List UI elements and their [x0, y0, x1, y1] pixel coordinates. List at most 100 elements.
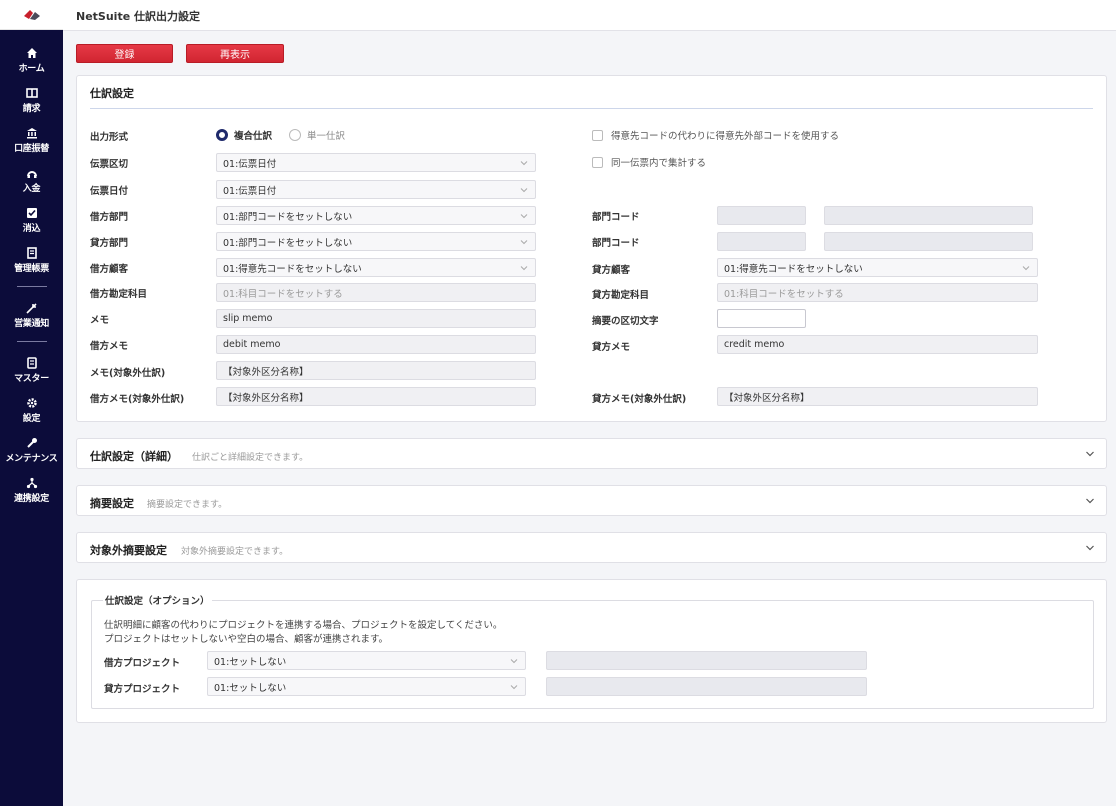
credit-memo-field[interactable]: credit memo — [717, 335, 1038, 354]
debit-dept-code-field[interactable] — [717, 206, 806, 225]
chevron-down-icon — [520, 240, 528, 245]
credit-dept-label: 貸方部門 — [90, 238, 129, 249]
options-note: 仕訳明細に顧客の代わりにプロジェクトを連携する場合、プロジェクトを設定してくださ… — [104, 620, 503, 631]
select-value: 01:伝票日付 — [223, 158, 277, 170]
chevron-down-icon — [520, 188, 528, 193]
sidebar-item-label: 請求 — [22, 104, 41, 114]
sidebar-item-transfer[interactable]: 口座振替 — [0, 120, 63, 160]
sidebar-item-maintenance[interactable]: メンテナンス — [0, 430, 63, 470]
debit-dept-label: 借方部門 — [90, 212, 129, 223]
book-icon — [25, 86, 39, 100]
report-icon — [25, 246, 39, 260]
accordion-title: 対象外摘要設定 — [90, 544, 167, 557]
sidebar-item-deposit[interactable]: 入金 — [0, 160, 63, 200]
accordion-title: 仕訳設定（詳細） — [90, 450, 178, 463]
select-value: 01:伝票日付 — [223, 185, 277, 197]
chevron-down-icon[interactable] — [1085, 496, 1095, 506]
wrench-icon — [25, 436, 39, 450]
memo-field[interactable]: slip memo — [216, 309, 536, 328]
radio-compound-journal[interactable]: 複合仕訳 — [216, 128, 272, 142]
slip-split-label: 伝票区切 — [90, 159, 129, 170]
credit-project-field[interactable] — [546, 677, 867, 696]
chevron-down-icon[interactable] — [1085, 543, 1095, 553]
summary-separator-input[interactable] — [717, 309, 806, 328]
credit-dept-select[interactable]: 01:部門コードをセットしない — [216, 232, 536, 251]
home-icon — [25, 46, 39, 60]
accordion-subtitle: 対象外摘要設定できます。 — [181, 547, 289, 557]
sidebar-item-master[interactable]: マスター — [0, 350, 63, 390]
memo-excluded-field[interactable]: 【対象外区分名称】 — [216, 361, 536, 380]
redisplay-button[interactable]: 再表示 — [186, 44, 284, 63]
accordion-excluded-summary[interactable]: 対象外摘要設定 対象外摘要設定できます。 — [76, 532, 1107, 563]
sidebar-item-home[interactable]: ホーム — [0, 40, 63, 80]
sidebar-item-billing[interactable]: 請求 — [0, 80, 63, 120]
sidebar-item-label: 連携設定 — [14, 494, 49, 504]
accordion-summary[interactable]: 摘要設定 摘要設定できます。 — [76, 485, 1107, 516]
select-value: 01:得意先コードをセットしない — [223, 263, 362, 275]
accordion-subtitle: 摘要設定できます。 — [147, 500, 228, 510]
check-icon — [25, 206, 39, 220]
debit-memo-field[interactable]: debit memo — [216, 335, 536, 354]
sidebar-item-label: 営業通知 — [14, 319, 49, 329]
notify-icon — [25, 301, 39, 315]
deposit-icon — [25, 166, 39, 180]
credit-account-field: 01:科目コードをセットする — [717, 283, 1038, 302]
credit-project-select[interactable]: 01:セットしない — [207, 677, 526, 696]
sidebar-item-label: 口座振替 — [14, 144, 49, 154]
slip-split-select[interactable]: 01:伝票日付 — [216, 153, 536, 172]
accordion-title: 摘要設定 — [90, 497, 134, 510]
debit-account-field: 01:科目コードをセットする — [216, 283, 536, 302]
accordion-journal-detail[interactable]: 仕訳設定（詳細） 仕訳ごと詳細設定できます。 — [76, 438, 1107, 469]
top-header: NetSuite 仕訳出力設定 — [63, 0, 1116, 31]
debit-project-label: 借方プロジェクト — [104, 658, 181, 669]
checkbox-box — [592, 129, 603, 141]
credit-memo-excluded-field[interactable]: 【対象外区分名称】 — [717, 387, 1038, 406]
debit-memo-excluded-label: 借方メモ(対象外仕訳) — [90, 394, 185, 405]
sidebar-item-integration[interactable]: 連携設定 — [0, 470, 63, 510]
credit-memo-excluded-label: 貸方メモ(対象外仕訳) — [592, 394, 687, 405]
debit-dept-name-field[interactable] — [824, 206, 1033, 225]
memo-excluded-label: メモ(対象外仕訳) — [90, 368, 166, 379]
register-button[interactable]: 登録 — [76, 44, 173, 63]
chevron-down-icon — [520, 214, 528, 219]
radio-dot — [289, 129, 301, 141]
page-title: NetSuite 仕訳出力設定 — [76, 10, 200, 23]
sidebar: ホーム 請求 口座振替 入金 消込 管理帳票 営業通知 マスター 設定 メンテナ… — [0, 0, 63, 806]
sidebar-item-label: 入金 — [22, 184, 41, 194]
sidebar-item-settings[interactable]: 設定 — [0, 390, 63, 430]
slip-date-select[interactable]: 01:伝票日付 — [216, 180, 536, 199]
sidebar-item-label: ホーム — [18, 64, 45, 74]
credit-customer-select[interactable]: 01:得意先コードをセットしない — [717, 258, 1038, 277]
memo-label: メモ — [90, 315, 110, 326]
chevron-down-icon — [1022, 266, 1030, 271]
chevron-down-icon[interactable] — [1085, 449, 1095, 459]
debit-project-select[interactable]: 01:セットしない — [207, 651, 526, 670]
sidebar-item-reconcile[interactable]: 消込 — [0, 200, 63, 240]
sidebar-divider — [16, 286, 47, 287]
debit-dept-select[interactable]: 01:部門コードをセットしない — [216, 206, 536, 225]
checkbox-label: 得意先コードの代わりに得意先外部コードを使用する — [611, 131, 840, 142]
credit-project-label: 貸方プロジェクト — [104, 684, 181, 695]
select-value: 01:セットしない — [214, 656, 287, 668]
debit-memo-excluded-field[interactable]: 【対象外区分名称】 — [216, 387, 536, 406]
radio-single-journal[interactable]: 単一仕訳 — [289, 128, 345, 142]
app-logo[interactable] — [0, 0, 63, 30]
sidebar-item-label: 消込 — [22, 224, 41, 234]
checkbox-box — [592, 156, 603, 168]
credit-account-label: 貸方勘定科目 — [592, 290, 650, 301]
radio-label: 単一仕訳 — [307, 131, 346, 142]
external-code-checkbox[interactable]: 得意先コードの代わりに得意先外部コードを使用する — [592, 128, 839, 142]
radio-label: 複合仕訳 — [234, 131, 273, 142]
journal-options-panel: 仕訳設定（オプション） 仕訳明細に顧客の代わりにプロジェクトを連携する場合、プロ… — [76, 579, 1107, 723]
select-value: 01:セットしない — [214, 682, 287, 694]
debit-customer-label: 借方顧客 — [90, 264, 129, 275]
debit-project-field[interactable] — [546, 651, 867, 670]
options-note: プロジェクトはセットしないや空白の場合、顧客が連携されます。 — [104, 634, 389, 645]
aggregate-checkbox[interactable]: 同一伝票内で集計する — [592, 155, 706, 169]
credit-dept-name-field[interactable] — [824, 232, 1033, 251]
debit-customer-select[interactable]: 01:得意先コードをセットしない — [216, 258, 536, 277]
credit-dept-code-field[interactable] — [717, 232, 806, 251]
sidebar-item-notify[interactable]: 営業通知 — [0, 295, 63, 335]
sidebar-item-reports[interactable]: 管理帳票 — [0, 240, 63, 280]
sidebar-item-label: 管理帳票 — [14, 264, 49, 274]
